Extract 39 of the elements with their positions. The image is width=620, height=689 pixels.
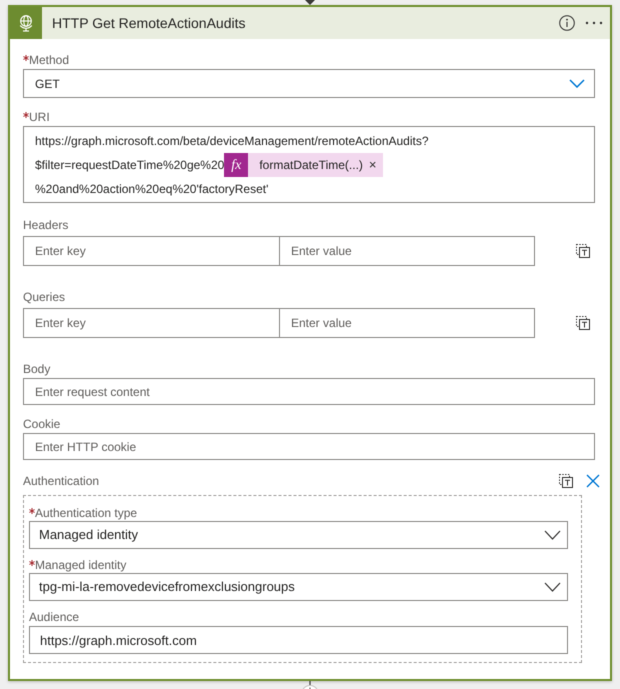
field-label: Method [29, 53, 70, 67]
field-label: Headers [23, 218, 68, 232]
uri-text: https://graph.microsoft.com/beta/deviceManagement/remoteActionAudits? [35, 133, 429, 150]
token-text: formatDateTime(...) [259, 157, 363, 174]
dropdown[interactable]: tpg-mi-la-removedevicefromexclusiongroups [29, 573, 568, 601]
text-frame-icon[interactable] [575, 315, 591, 331]
text-field[interactable]: Enter request content [23, 378, 595, 405]
chevron-down-icon [569, 79, 585, 88]
chevron-down-icon [544, 530, 561, 540]
field-label: Managed identity [35, 558, 126, 572]
connector-arrow [305, 0, 315, 5]
text-field[interactable]: https://graph.microsoft.com [29, 626, 568, 654]
key-field[interactable]: Enter key [23, 236, 280, 266]
info-icon[interactable] [559, 15, 575, 31]
chevron-down-icon [544, 582, 561, 592]
card-title: HTTP Get RemoteActionAudits [52, 14, 246, 32]
text-frame-icon[interactable] [575, 243, 591, 259]
value-field[interactable]: Enter value [279, 308, 535, 338]
value-field[interactable]: Enter value [279, 236, 535, 266]
dropdown[interactable]: GET [23, 69, 595, 98]
text-frame-icon[interactable] [558, 473, 574, 489]
remove-token-button[interactable]: × [368, 158, 376, 172]
dropdown[interactable]: Managed identity [29, 521, 568, 549]
close-icon[interactable] [586, 474, 600, 488]
function-symbol: fx [224, 153, 248, 177]
field-label: Cookie [23, 417, 60, 431]
field-label: Authentication type [35, 506, 138, 520]
text-field[interactable]: Enter HTTP cookie [23, 433, 595, 460]
key-field[interactable]: Enter key [23, 308, 280, 338]
field-label: Authentication [23, 474, 100, 488]
expression-token[interactable]: fx formatDateTime(...) × [224, 153, 382, 177]
field-label: Queries [23, 290, 66, 304]
field-label: URI [29, 110, 50, 124]
uri-text: $filter=requestDateTime%20ge%20 [35, 157, 224, 174]
uri-text: %20and%20action%20eq%20'factoryReset' [35, 181, 268, 198]
uri-field[interactable]: https://graph.microsoft.com/beta/deviceManagement/remoteActionAudits? $filter=requestDateTime%20ge%20 fx formatDateTime(...) × %20and%20action%20eq%20'factoryReset' [23, 126, 595, 203]
field-label: Audience [29, 610, 80, 624]
field-label: Body [23, 362, 50, 376]
more-icon[interactable] [585, 21, 603, 25]
